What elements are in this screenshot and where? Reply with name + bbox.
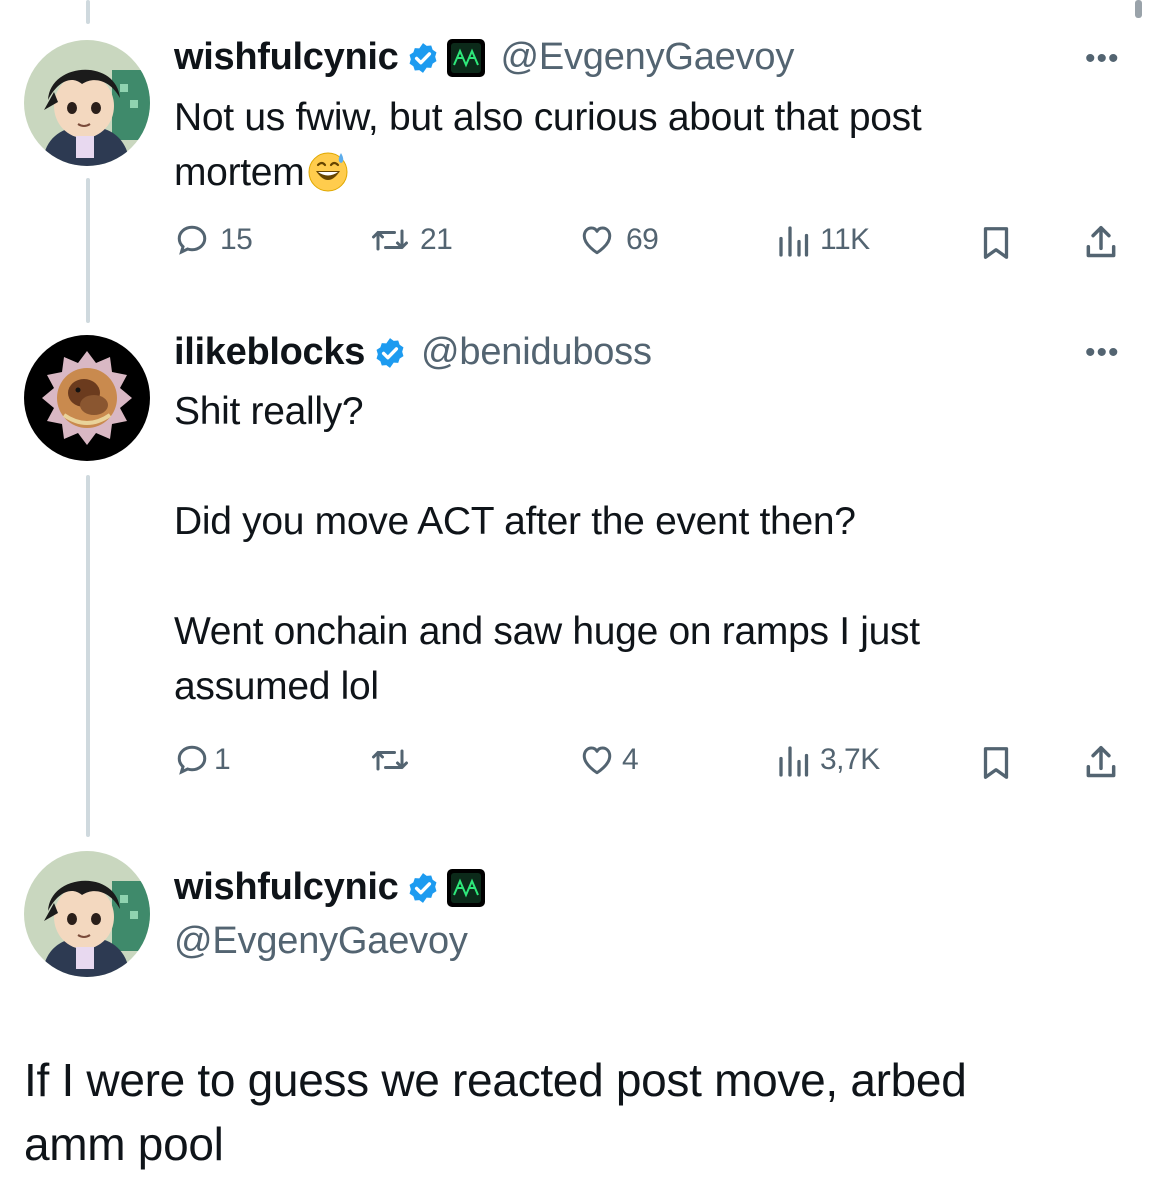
heart-icon [582, 746, 612, 775]
reply-count: 15 [220, 223, 253, 256]
bookmark-icon [983, 227, 1009, 259]
retweet-button[interactable] [370, 742, 420, 778]
tweet-text-content: Not us fwiw, but also curious about that… [174, 96, 922, 194]
reply-count: 1 [214, 743, 231, 776]
display-name[interactable]: wishfulcynic [174, 36, 399, 79]
reply-icon [177, 745, 207, 775]
thread-line-top [86, 0, 90, 24]
user-handle[interactable]: @EvgenyGaevoy [500, 36, 794, 79]
avatar-wishfulcynic[interactable] [24, 40, 150, 166]
views-chart-icon [779, 746, 809, 777]
retweet-count: 21 [420, 223, 453, 256]
bookmark-button[interactable] [978, 744, 1014, 782]
retweet-icon [372, 749, 408, 771]
views-count: 3,7K [820, 743, 880, 776]
thread-line-1 [86, 178, 90, 323]
views-button[interactable]: 3,7K [776, 742, 880, 778]
affiliate-badge-icon [447, 38, 486, 77]
verified-badge-icon [410, 42, 437, 73]
verified-badge-icon [376, 337, 404, 368]
reply-button[interactable]: 1 [174, 742, 231, 778]
like-button[interactable]: 4 [578, 742, 639, 778]
like-count: 69 [626, 223, 659, 256]
like-button[interactable]: 69 [578, 222, 659, 258]
tweet-text: Shit really? Did you move ACT after the … [174, 390, 920, 708]
bookmark-icon [983, 747, 1009, 779]
more-options-icon[interactable]: ••• [1085, 338, 1120, 368]
reply-icon [177, 225, 207, 255]
display-name[interactable]: wishfulcynic [174, 866, 399, 909]
user-handle[interactable]: @EvgenyGaevoy [174, 920, 468, 963]
avatar-ilikeblocks[interactable] [24, 335, 150, 461]
tweet-text: Not us fwiw, but also curious about that… [174, 90, 1074, 200]
views-chart-icon [779, 226, 809, 257]
views-button[interactable]: 11K [776, 222, 870, 258]
reply-button[interactable]: 15 [174, 222, 253, 258]
affiliate-badge-icon [447, 868, 486, 907]
tweet-text: If I were to guess we reacted post move,… [24, 1054, 967, 1170]
like-count: 4 [622, 743, 639, 776]
share-icon [1086, 746, 1116, 778]
retweet-icon [372, 229, 408, 251]
views-count: 11K [820, 223, 870, 256]
avatar-wishfulcynic[interactable] [24, 851, 150, 977]
display-name[interactable]: ilikeblocks [174, 331, 365, 374]
share-button[interactable] [1082, 222, 1120, 262]
share-icon [1086, 226, 1116, 258]
retweet-button[interactable]: 21 [370, 222, 453, 258]
thread-line-2 [86, 475, 90, 837]
heart-icon [582, 226, 612, 255]
verified-badge-icon [410, 872, 437, 903]
share-button[interactable] [1082, 742, 1120, 782]
more-options-icon[interactable]: ••• [1085, 44, 1120, 74]
scrollbar-thumb[interactable] [1135, 0, 1142, 18]
sweat-smile-emoji-icon [308, 152, 348, 192]
bookmark-button[interactable] [978, 224, 1014, 262]
user-handle[interactable]: @beniduboss [421, 331, 652, 374]
